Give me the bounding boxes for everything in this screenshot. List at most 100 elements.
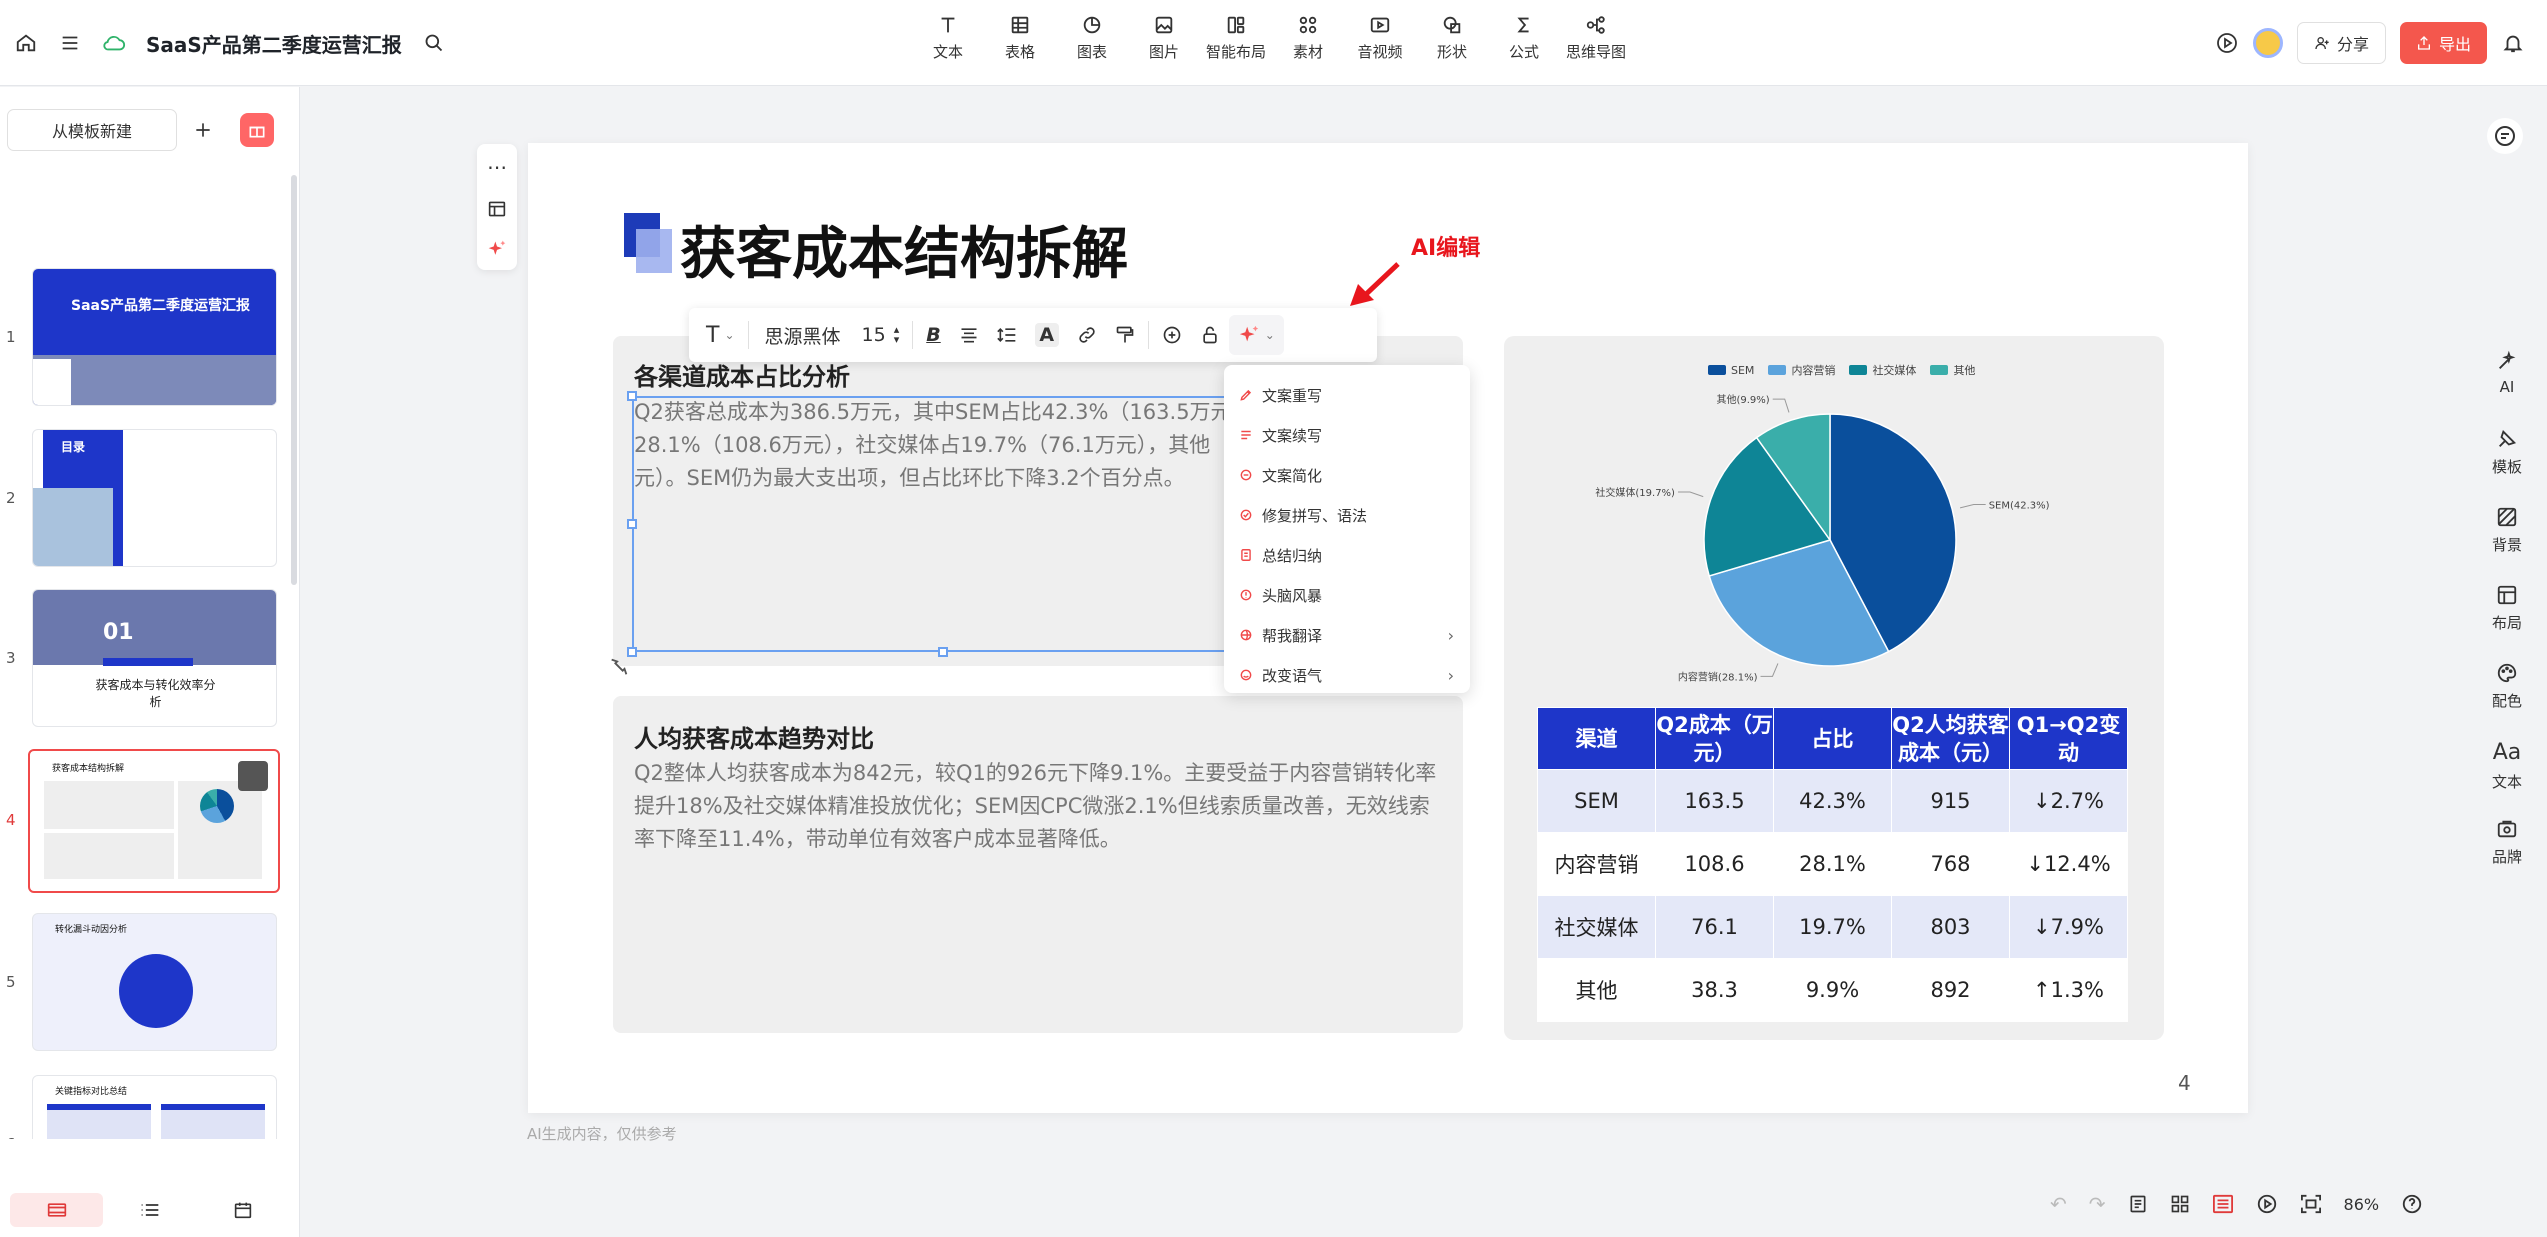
fit-screen-icon[interactable] — [2300, 1194, 2322, 1214]
ai-menu-item-continue[interactable]: 文案续写 — [1224, 415, 1470, 455]
tool-table[interactable]: 表格 — [984, 14, 1056, 62]
comment-add-button[interactable] — [1153, 315, 1191, 355]
rail-ai[interactable]: AI — [2496, 350, 2518, 428]
card2-text[interactable]: Q2整体人均获客成本为842元，较Q1的926元下降9.1%。主要受益于内容营销… — [634, 757, 1444, 856]
table-row[interactable]: 其他 38.3 9.9% 892 ↑1.3% — [1537, 958, 2128, 1022]
menu-icon[interactable] — [58, 31, 82, 55]
tool-smart-layout[interactable]: 智能布局 — [1200, 14, 1272, 62]
slide-thumb-row[interactable]: 1 SaaS产品第二季度运营汇报 — [0, 268, 290, 408]
font-size-value: 15 — [861, 324, 886, 346]
ai-sparkle-icon[interactable] — [487, 239, 507, 259]
font-color-icon: A — [1034, 323, 1059, 347]
avatar[interactable] — [2252, 28, 2283, 58]
slide-thumbnail[interactable]: 关键指标对比总结 — [32, 1075, 277, 1139]
add-slide-button[interactable] — [186, 109, 220, 151]
slide-thumbnail[interactable]: 01 获客成本与转化效率分析 — [32, 589, 277, 727]
slide-thumbnail[interactable]: 目录 — [32, 429, 277, 567]
legend-item[interactable]: 其他 — [1930, 362, 1975, 378]
tool-shape[interactable]: 形状 — [1416, 14, 1488, 62]
comment-button[interactable] — [2487, 118, 2523, 154]
rail-layout[interactable]: 布局 — [2492, 584, 2522, 662]
doc-title[interactable]: SaaS产品第二季度运营汇报 — [146, 29, 402, 58]
ai-menu-item-simplify[interactable]: 文案简化 — [1224, 455, 1470, 495]
normal-view-icon[interactable] — [2212, 1194, 2234, 1214]
export-button[interactable]: 导出 — [2399, 22, 2487, 64]
resize-handle[interactable] — [627, 391, 637, 401]
font-color-button[interactable]: A — [1026, 315, 1068, 355]
ai-menu-item-rewrite[interactable]: 文案重写 — [1224, 375, 1470, 415]
rail-brand[interactable]: 品牌 — [2492, 818, 2522, 896]
slide-thumb-row[interactable]: 4 获客成本结构拆解 — [0, 749, 290, 893]
tool-video[interactable]: 音视频 — [1344, 14, 1416, 62]
help-icon[interactable] — [2401, 1193, 2423, 1215]
table-row[interactable]: SEM 163.5 42.3% 915 ↓2.7% — [1537, 769, 2128, 833]
legend-item[interactable]: 内容营销 — [1768, 362, 1835, 378]
ai-menu-item-brainstorm[interactable]: 头脑风暴 — [1224, 575, 1470, 615]
align-button[interactable] — [950, 315, 988, 355]
slide-title[interactable]: 获客成本结构拆解 — [680, 209, 1128, 290]
tool-material[interactable]: 素材 — [1272, 14, 1344, 62]
play-slideshow-icon[interactable] — [2256, 1193, 2278, 1215]
stepper-icon[interactable]: ▴ ▾ — [894, 324, 900, 345]
text-type-dropdown[interactable]: T ⌄ — [697, 315, 744, 355]
lock-button[interactable] — [1191, 315, 1229, 355]
rail-palette[interactable]: 配色 — [2492, 662, 2522, 740]
tool-text[interactable]: 文本 — [912, 14, 984, 62]
ai-menu-item-summary[interactable]: 总结归纳 — [1224, 535, 1470, 575]
slide-thumbnail[interactable]: 转化漏斗动因分析 — [32, 913, 277, 1051]
tool-image[interactable]: 图片 — [1128, 14, 1200, 62]
table-row[interactable]: 社交媒体 76.1 19.7% 803 ↓7.9% — [1537, 895, 2128, 959]
slide-thumb-row[interactable]: 5 转化漏斗动因分析 — [0, 913, 290, 1053]
slide-thumb-row[interactable]: 3 01 获客成本与转化效率分析 — [0, 589, 290, 729]
gift-button[interactable] — [240, 113, 274, 147]
line-spacing-button[interactable] — [988, 315, 1026, 355]
legend-item[interactable]: 社交媒体 — [1849, 362, 1916, 378]
slide-thumb-row[interactable]: 6 关键指标对比总结 — [0, 1075, 290, 1139]
ai-menu-item-fix[interactable]: 修复拼写、语法 — [1224, 495, 1470, 535]
resize-handle[interactable] — [938, 647, 948, 657]
notes-view-tab[interactable] — [197, 1193, 290, 1227]
home-icon[interactable] — [14, 31, 38, 55]
more-icon[interactable]: ⋯ — [487, 155, 507, 179]
bell-icon[interactable] — [2501, 31, 2525, 55]
tool-mindmap[interactable]: 思维导图 — [1560, 14, 1632, 62]
tool-formula[interactable]: 公式 — [1488, 14, 1560, 62]
ai-menu-item-tone[interactable]: 改变语气 › — [1224, 655, 1470, 695]
rotate-icon[interactable] — [608, 656, 630, 678]
bold-button[interactable]: B — [917, 315, 949, 355]
font-family-select[interactable]: 思源黑体 — [753, 315, 853, 355]
panel-icon[interactable] — [487, 200, 507, 218]
resize-handle[interactable] — [627, 519, 637, 529]
thumbnail-view-tab[interactable] — [10, 1193, 104, 1227]
link-button[interactable] — [1068, 315, 1106, 355]
new-from-template-button[interactable]: 从模板新建 — [7, 109, 177, 151]
pie-chart[interactable]: SEM(42.3%) 内容营销(28.1%) 社交媒体(19.7%) 其他(9.9%) — [1580, 390, 2080, 690]
undo-icon[interactable]: ↶ — [2050, 1192, 2067, 1216]
font-size-stepper[interactable]: 15 ▴ ▾ — [853, 315, 909, 355]
grid-view-icon[interactable] — [2170, 1194, 2190, 1214]
cost-table[interactable]: 渠道 Q2成本（万元） 占比 Q2人均获客成本（元） Q1→Q2变动 SEM 16… — [1537, 707, 2128, 1022]
format-painter-button[interactable] — [1106, 315, 1144, 355]
search-icon[interactable] — [422, 31, 446, 55]
ai-menu-item-translate[interactable]: 帮我翻译 › — [1224, 615, 1470, 655]
legend-item[interactable]: SEM — [1708, 362, 1754, 378]
slide-thumb-row[interactable]: 2 目录 — [0, 429, 290, 569]
redo-icon[interactable]: ↷ — [2089, 1192, 2106, 1216]
card2-heading[interactable]: 人均获客成本趋势对比 — [634, 719, 874, 754]
rail-text[interactable]: Aa 文本 — [2492, 740, 2522, 818]
table-row[interactable]: 内容营销 108.6 28.1% 768 ↓12.4% — [1537, 832, 2128, 896]
notes-icon[interactable] — [2128, 1194, 2148, 1214]
zoom-level[interactable]: 86% — [2344, 1195, 2380, 1214]
export-label: 导出 — [2438, 35, 2471, 54]
rail-template[interactable]: 模板 — [2492, 428, 2522, 506]
play-icon[interactable] — [2215, 31, 2239, 55]
text-selection-box[interactable] — [632, 396, 1252, 652]
slide-thumbnail-active[interactable]: 获客成本结构拆解 — [28, 749, 280, 893]
card1-heading[interactable]: 各渠道成本占比分析 — [634, 357, 850, 392]
outline-view-tab[interactable] — [103, 1193, 196, 1227]
ai-edit-button[interactable]: ⌄ — [1228, 315, 1284, 355]
share-button[interactable]: 分享 — [2296, 22, 2386, 64]
rail-background[interactable]: 背景 — [2492, 506, 2522, 584]
tool-chart[interactable]: 图表 — [1056, 14, 1128, 62]
slide-thumbnail[interactable]: SaaS产品第二季度运营汇报 — [32, 268, 277, 406]
